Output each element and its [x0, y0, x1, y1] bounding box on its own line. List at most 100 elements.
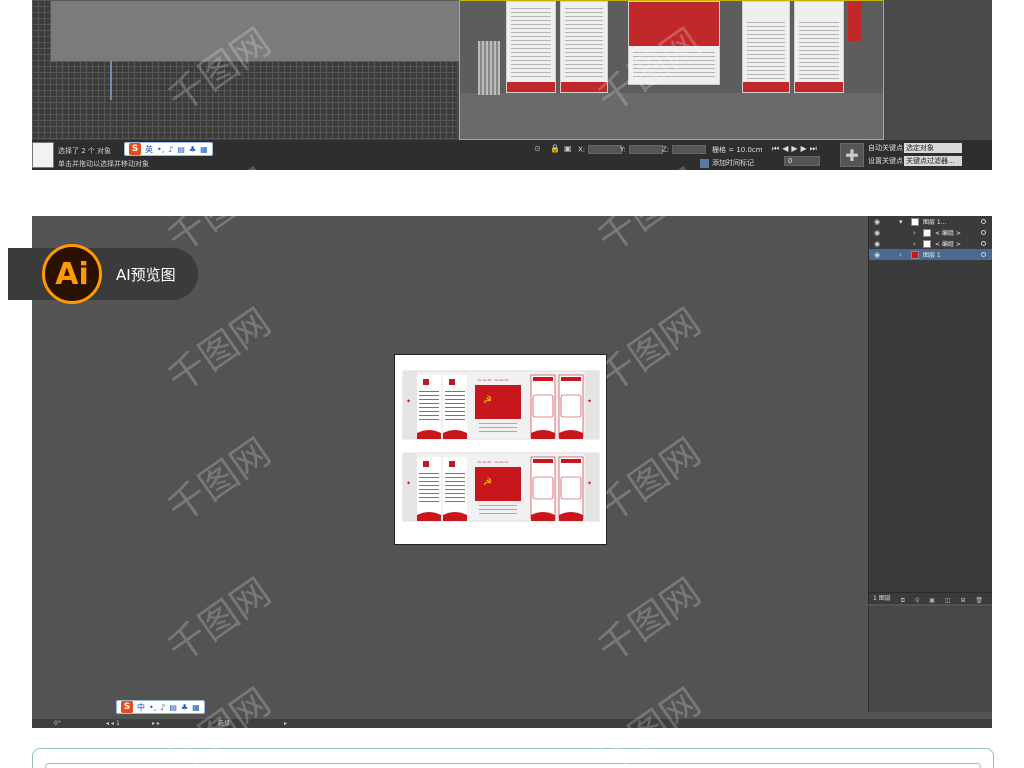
layer-row[interactable]: ◉ ▾ 图层 1...	[869, 216, 992, 227]
layer-action-icons[interactable]: ⧉ ⚲ ▣ ◫ ⊞ 🗑	[901, 595, 987, 606]
svg-text:✦: ✦	[406, 398, 411, 405]
layer-thumb	[911, 217, 919, 226]
layers-panel: ◉ ▾ 图层 1... ◉ › < 编组 > ◉ › < 编组 > ◉ › 图层…	[868, 216, 992, 604]
ime-toolbar-top[interactable]: S 英 •, ♪ ▤ ♣ ▦	[124, 142, 213, 156]
microphone-icon[interactable]: ♪	[168, 145, 173, 154]
visibility-eye-icon[interactable]: ◉	[874, 251, 880, 259]
layer-thumb	[923, 239, 931, 248]
red-base	[795, 82, 843, 92]
current-tool: 选择	[218, 720, 231, 727]
secondary-panel	[868, 606, 992, 712]
auto-key-button[interactable]: 自动关键点	[868, 143, 903, 153]
board-row-top: ✦ ~~~ ~~~ ☭ ✦	[402, 370, 600, 440]
grid-spacing: 栅格 = 10.0cm	[712, 146, 763, 154]
text-lines	[511, 8, 551, 78]
layer-row[interactable]: ◉ › < 编组 >	[869, 227, 992, 238]
coord-y: Y:	[620, 145, 663, 154]
next-section-frame	[32, 748, 994, 768]
layer-row[interactable]: ◉ › 图层 1	[869, 249, 992, 260]
rotation-field[interactable]: 0°	[54, 719, 61, 728]
coord-z: Z:	[662, 145, 707, 154]
artboard-number[interactable]: 1	[116, 719, 120, 728]
expand-arrow-icon[interactable]: ▾	[899, 218, 903, 226]
artboard-nav-next-icon[interactable]: ▸ ▸	[152, 719, 160, 728]
set-key-label[interactable]: 设置关键点	[868, 156, 903, 166]
toolbox-icon[interactable]: ▦	[200, 145, 208, 154]
party-flag	[629, 2, 719, 46]
expand-arrow-icon[interactable]: ›	[913, 229, 916, 237]
layer-name[interactable]: < 编组 >	[935, 228, 961, 237]
svg-text:~~~ ~~~: ~~~ ~~~	[477, 377, 509, 384]
time-tag-icon	[700, 158, 709, 168]
artboard-nav-icon[interactable]: ◂ ◂	[106, 719, 114, 728]
coord-z-field[interactable]	[672, 145, 707, 154]
target-circle-icon[interactable]	[981, 252, 986, 257]
svg-text:☭: ☭	[483, 395, 492, 406]
layer-row[interactable]: ◉ › < 编组 >	[869, 238, 992, 249]
ime-toolbar-bottom[interactable]: S 中 •, ♪ ▤ ♣ ▦	[116, 700, 205, 714]
status-arrow-icon[interactable]: ▸	[284, 719, 287, 728]
sogou-logo-icon: S	[129, 143, 141, 155]
svg-text:☭: ☭	[483, 477, 492, 488]
visibility-eye-icon[interactable]: ◉	[874, 240, 880, 248]
selection-status: 选择了 2 个 对象	[58, 147, 112, 155]
sogou-logo-icon: S	[121, 701, 133, 713]
visibility-eye-icon[interactable]: ◉	[874, 229, 880, 237]
max-screenshot: 选择了 2 个 对象 单击并拖动以选择并移动对象 S 英 •, ♪ ▤ ♣ ▦ …	[32, 0, 992, 170]
page: 选择了 2 个 对象 单击并拖动以选择并移动对象 S 英 •, ♪ ▤ ♣ ▦ …	[0, 0, 1024, 768]
red-base	[561, 82, 607, 92]
expand-arrow-icon[interactable]: ›	[899, 251, 902, 259]
svg-text:~~~ ~~~: ~~~ ~~~	[477, 459, 509, 466]
board-model-2	[560, 1, 608, 93]
viewport-perspective-left[interactable]	[32, 0, 570, 140]
layer-name[interactable]: 图层 1...	[923, 217, 946, 226]
lock-icon[interactable]: 🔒	[550, 144, 560, 153]
text-lines	[633, 52, 715, 78]
layer-thumb	[923, 228, 931, 237]
skin-icon[interactable]: ♣	[181, 703, 188, 712]
svg-text:✦: ✦	[587, 398, 592, 405]
keyboard-icon[interactable]: ▤	[177, 145, 185, 154]
illustrator-status-bar: 0° ◂ ◂ 1 ▸ ▸ 选择 ▸	[32, 719, 992, 728]
skin-icon[interactable]: ♣	[189, 145, 196, 154]
board-model-1	[506, 1, 556, 93]
ime-mode[interactable]: 中	[137, 702, 145, 713]
punctuation-icon[interactable]: •,	[157, 145, 164, 154]
target-circle-icon[interactable]	[981, 241, 986, 246]
coord-y-field[interactable]	[628, 145, 663, 154]
viewport-selection-axis	[110, 60, 112, 100]
key-filters-button[interactable]: 关键点过滤器...	[904, 156, 962, 166]
prompt-line: 单击并拖动以选择并移动对象	[58, 160, 149, 168]
playback-controls[interactable]: ⏮◀▶▶⏭	[772, 144, 820, 154]
target-circle-icon[interactable]	[981, 230, 986, 235]
time-tag[interactable]: 添加时间标记	[700, 158, 754, 168]
microphone-icon[interactable]: ♪	[160, 703, 165, 712]
mini-listener-thumb[interactable]	[32, 142, 54, 168]
selection-set-dropdown[interactable]: 选定对象	[904, 143, 962, 153]
coord-x-field[interactable]	[588, 145, 623, 154]
viewport-camera-right[interactable]	[459, 0, 884, 140]
column-model	[478, 41, 500, 95]
layer-count: 1 图层	[873, 595, 891, 602]
layers-footer: 1 图层 ⧉ ⚲ ▣ ◫ ⊞ 🗑	[869, 592, 992, 604]
keyboard-icon[interactable]: ▤	[169, 703, 177, 712]
artboard-preview: ✦ ~~~ ~~~ ☭ ✦ ✦ ~~~ ~~~ ☭ ✦	[402, 370, 600, 522]
punctuation-icon[interactable]: •,	[149, 703, 156, 712]
set-key-button[interactable]: ✚	[840, 143, 864, 167]
red-base	[507, 82, 555, 92]
current-frame-field[interactable]: 0	[784, 156, 820, 166]
target-circle-icon[interactable]	[981, 219, 986, 224]
scene-floor	[460, 93, 883, 139]
absolute-mode-icon[interactable]: ▣	[564, 144, 572, 153]
svg-text:✦: ✦	[587, 480, 592, 487]
next-section-inner-frame	[45, 763, 981, 768]
ime-mode[interactable]: 英	[145, 144, 153, 155]
time-tag-label: 添加时间标记	[712, 159, 754, 167]
visibility-eye-icon[interactable]: ◉	[874, 218, 880, 226]
layer-name[interactable]: 图层 1	[923, 250, 941, 259]
expand-arrow-icon[interactable]: ›	[913, 240, 916, 248]
isolate-icon[interactable]: ⊙	[534, 144, 541, 153]
artboard[interactable]: ✦ ~~~ ~~~ ☭ ✦ ✦ ~~~ ~~~ ☭ ✦	[394, 354, 607, 545]
layer-name[interactable]: < 编组 >	[935, 239, 961, 248]
toolbox-icon[interactable]: ▦	[192, 703, 200, 712]
